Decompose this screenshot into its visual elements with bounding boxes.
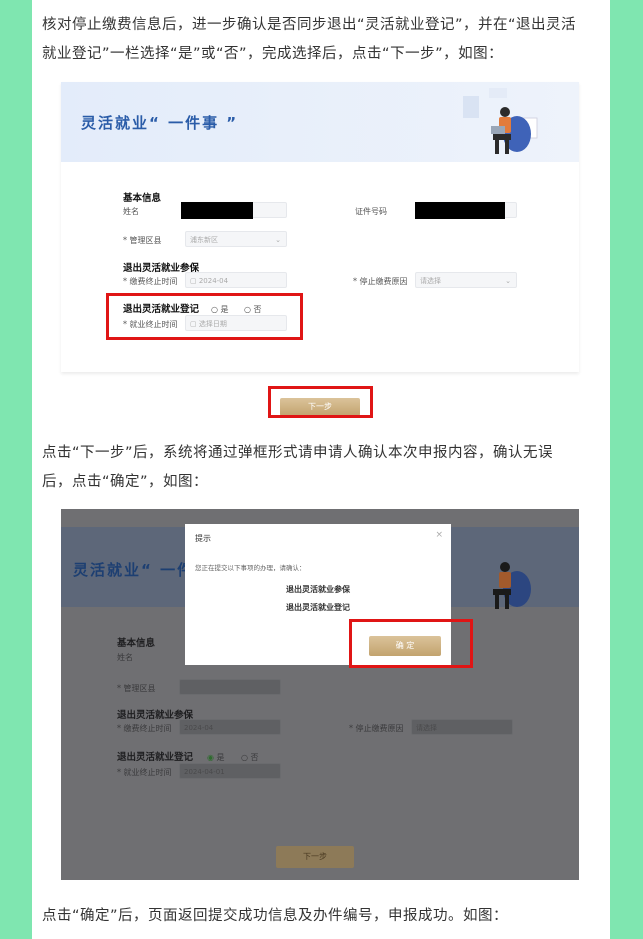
stop-time-value: 2024-04 bbox=[198, 277, 229, 285]
region-select[interactable]: 浦东新区 ⌄ bbox=[185, 231, 287, 247]
banner-title: 灵活就业“ 一件事 ” bbox=[81, 114, 239, 132]
radio-checked-icon: ◉ bbox=[207, 753, 217, 762]
section-exit-register: 退出灵活就业登记 bbox=[117, 752, 194, 763]
calendar-icon: ▢ bbox=[190, 277, 199, 285]
redaction-bar bbox=[415, 202, 505, 219]
close-icon[interactable]: × bbox=[435, 530, 443, 540]
stop-reason-select[interactable]: 请选择 bbox=[411, 719, 513, 735]
stop-reason-label: * 停止缴费原因 bbox=[353, 277, 408, 286]
article-body: 核对停止缴费信息后，进一步确认是否同步退出“灵活就业登记”，并在“退出灵活 就业… bbox=[32, 0, 610, 939]
highlight-box bbox=[106, 293, 303, 340]
end-time-label: * 就业终止时间 bbox=[117, 768, 172, 777]
paragraph-2: 点击“下一步”后，系统将通过弹框形式请申请人确认本次申报内容，确认无误 后，点击… bbox=[42, 439, 602, 497]
stop-time-input[interactable]: ▢ 2024-04 bbox=[185, 272, 287, 288]
dialog-message: 您正在提交以下事项的办理，请确认： bbox=[195, 564, 306, 572]
banner: 灵活就业“ 一件事 ” bbox=[61, 82, 579, 162]
stop-reason-value: 请选择 bbox=[420, 277, 441, 285]
section-basic-info: 基本信息 bbox=[117, 638, 156, 649]
end-time-input[interactable]: 2024-04-01 bbox=[179, 763, 281, 779]
paragraph-3: 点击“确定”后，页面返回提交成功信息及办件编号，申报成功。如图： bbox=[42, 908, 509, 924]
id-label: 证件号码 bbox=[355, 207, 387, 216]
redaction-bar bbox=[181, 202, 253, 219]
stop-time-label: * 缴费终止时间 bbox=[123, 277, 178, 286]
radio-circle-icon: ○ bbox=[241, 753, 251, 762]
screenshot-form: 灵活就业“ 一件事 ” 基本信息 姓名 证件号码 * 管理区县 浦东新区 ⌄ 退出… bbox=[61, 82, 579, 372]
person-laptop-illustration-icon bbox=[463, 88, 538, 154]
highlight-box bbox=[268, 386, 373, 418]
paragraph-1: 核对停止缴费信息后，进一步确认是否同步退出“灵活就业登记”，并在“退出灵活 就业… bbox=[42, 11, 602, 69]
radio-no-label: 否 bbox=[250, 753, 259, 762]
dialog-title: 提示 bbox=[195, 534, 211, 543]
paragraph-2-line-1: 点击“下一步”后，系统将通过弹框形式请申请人确认本次申报内容，确认无误 bbox=[42, 445, 554, 461]
section-basic-info: 基本信息 bbox=[123, 193, 162, 204]
region-label: * 管理区县 bbox=[123, 236, 162, 245]
end-time-value: 2024-04-01 bbox=[184, 768, 225, 776]
region-value: 浦东新区 bbox=[190, 236, 218, 244]
region-label: * 管理区县 bbox=[117, 684, 156, 693]
region-select[interactable] bbox=[179, 679, 281, 695]
stop-reason-select[interactable]: 请选择 ⌄ bbox=[415, 272, 517, 288]
radio-yes[interactable]: ◉ 是 bbox=[207, 752, 225, 763]
highlight-box bbox=[349, 619, 473, 668]
paragraph-1-line-1: 核对停止缴费信息后，进一步确认是否同步退出“灵活就业登记”，并在“退出灵活 bbox=[42, 17, 577, 33]
dialog-item-2: 退出灵活就业登记 bbox=[286, 602, 350, 612]
chevron-down-icon: ⌄ bbox=[275, 236, 281, 244]
stop-reason-label: * 停止缴费原因 bbox=[349, 724, 404, 733]
stop-reason-value: 请选择 bbox=[416, 724, 437, 732]
name-label: 姓名 bbox=[117, 653, 133, 662]
paragraph-2-line-2: 后，点击“确定”，如图： bbox=[42, 474, 209, 490]
person-laptop-illustration-icon bbox=[493, 562, 531, 609]
screenshot-confirm-dialog: 灵活就业“ 一件事 ” 基本信息 姓名 * 管理区县 退出灵活就业参保 * 缴费… bbox=[61, 509, 579, 880]
dialog-item-1: 退出灵活就业参保 bbox=[286, 584, 350, 594]
stop-time-input[interactable]: 2024-04 bbox=[179, 719, 281, 735]
next-button[interactable]: 下一步 bbox=[276, 846, 354, 868]
chevron-down-icon: ⌄ bbox=[505, 277, 511, 285]
name-label: 姓名 bbox=[123, 207, 139, 216]
stop-time-label: * 缴费终止时间 bbox=[117, 724, 172, 733]
stop-time-value: 2024-04 bbox=[184, 724, 214, 732]
radio-yes-label: 是 bbox=[216, 753, 225, 762]
radio-no[interactable]: ○ 否 bbox=[241, 752, 259, 763]
paragraph-1-line-2: 就业登记”一栏选择“是”或“否”，完成选择后，点击“下一步”，如图： bbox=[42, 46, 504, 62]
